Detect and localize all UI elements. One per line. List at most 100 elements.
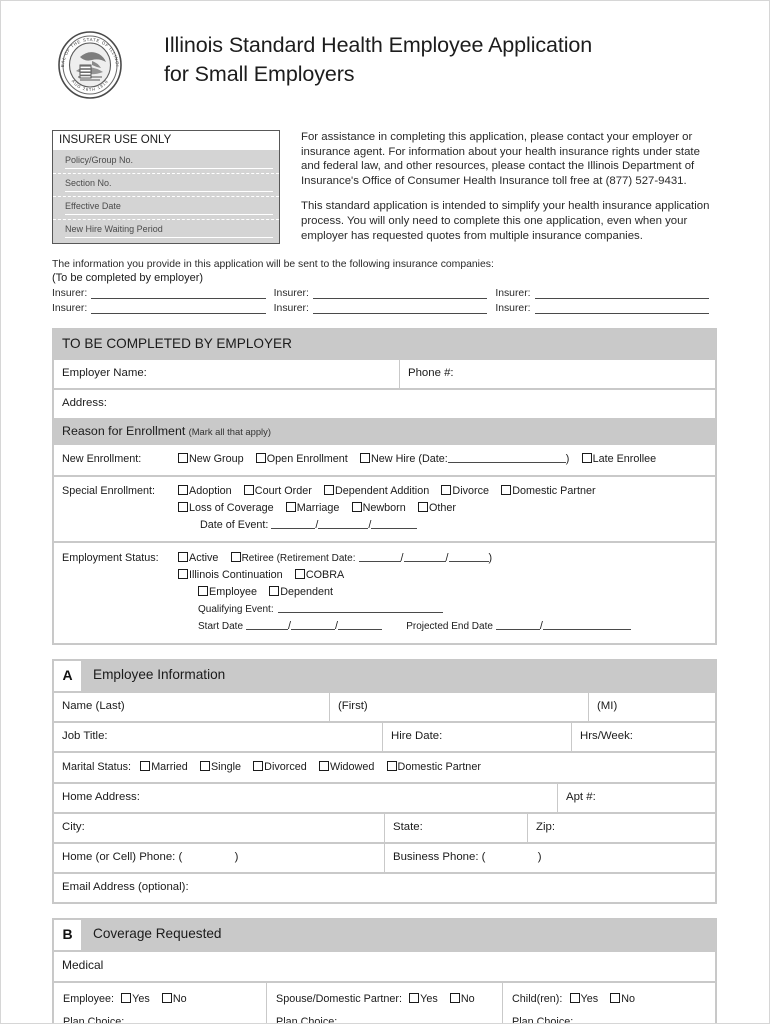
checkbox-open-enrollment[interactable]: Open Enrollment xyxy=(255,451,348,467)
checkbox-icon[interactable] xyxy=(243,485,254,495)
retirement-month-rule[interactable] xyxy=(358,551,401,562)
end-day-rule[interactable] xyxy=(542,619,587,630)
checkbox-loss-of-coverage[interactable]: Loss of Coverage xyxy=(178,500,274,516)
checkbox-adoption[interactable]: Adoption xyxy=(178,483,232,499)
home-phone-field[interactable]: Home (or Cell) Phone: ( ) xyxy=(54,844,384,872)
checkbox-icon[interactable] xyxy=(351,502,362,512)
checkbox-icon[interactable] xyxy=(161,993,172,1003)
checkbox-divorce[interactable]: Divorce xyxy=(441,483,489,499)
end-month-rule[interactable] xyxy=(495,619,540,630)
checkbox-icon[interactable] xyxy=(359,453,370,463)
checkbox-icon[interactable] xyxy=(178,485,188,495)
employer-phone-field[interactable]: Phone #: xyxy=(400,360,715,388)
checkbox-icon[interactable] xyxy=(318,761,329,771)
children-plan-choice-field[interactable]: Plan Choice: xyxy=(512,1013,706,1023)
checkbox-icon[interactable] xyxy=(178,502,188,512)
checkbox-icon[interactable] xyxy=(610,993,621,1003)
checkbox-icon[interactable] xyxy=(501,485,512,495)
checkbox-single[interactable]: Single xyxy=(199,759,241,775)
checkbox-late-enrollee[interactable]: Late Enrollee xyxy=(581,451,656,467)
checkbox-icon[interactable] xyxy=(253,761,264,771)
employee-first-name-field[interactable]: (First) xyxy=(330,693,588,721)
checkbox-icon[interactable] xyxy=(178,569,188,579)
checkbox-newborn[interactable]: Newborn xyxy=(351,500,406,516)
checkbox-icon[interactable] xyxy=(198,586,208,596)
checkbox-spouse-coverage-yes[interactable]: Yes xyxy=(409,991,438,1007)
date-day-rule[interactable] xyxy=(318,518,369,529)
checkbox-icon[interactable] xyxy=(441,485,452,495)
checkbox-divorced[interactable]: Divorced xyxy=(253,759,307,775)
checkbox-widowed[interactable]: Widowed xyxy=(318,759,374,775)
start-month-rule[interactable] xyxy=(246,619,289,630)
insurer-entry-1[interactable]: Insurer: xyxy=(52,287,274,299)
checkbox-icon[interactable] xyxy=(323,485,334,495)
qualifying-event-rule[interactable] xyxy=(277,602,443,613)
checkbox-children-coverage-no[interactable]: No xyxy=(610,991,635,1007)
checkbox-icon[interactable] xyxy=(230,552,241,562)
new-hire-date-rule[interactable] xyxy=(447,452,566,463)
insurer-input-rule[interactable] xyxy=(312,287,488,299)
employer-name-field[interactable]: Employer Name: xyxy=(54,360,399,388)
checkbox-retiree[interactable]: Retiree (Retirement Date: / /) xyxy=(230,550,492,567)
checkbox-icon[interactable] xyxy=(386,761,397,771)
checkbox-icon[interactable] xyxy=(417,502,428,512)
checkbox-other[interactable]: Other xyxy=(417,500,456,516)
checkbox-marital-domestic-partner[interactable]: Domestic Partner xyxy=(386,759,481,775)
home-address-field[interactable]: Home Address: xyxy=(54,784,557,812)
checkbox-icon[interactable] xyxy=(449,993,460,1003)
employee-last-name-field[interactable]: Name (Last) xyxy=(54,693,329,721)
hrs-week-field[interactable]: Hrs/Week: xyxy=(572,723,715,751)
apt-field[interactable]: Apt #: xyxy=(558,784,715,812)
end-year-rule[interactable] xyxy=(586,619,631,630)
employee-plan-choice-field[interactable]: Plan Choice: xyxy=(63,1013,257,1023)
checkbox-new-hire[interactable]: New Hire (Date:) xyxy=(359,451,569,467)
insurer-input-rule[interactable] xyxy=(91,302,266,314)
checkbox-cobra[interactable]: COBRA xyxy=(294,567,344,583)
checkbox-children-coverage-yes[interactable]: Yes xyxy=(569,991,598,1007)
checkbox-icon[interactable] xyxy=(269,586,280,596)
insurer-entry-4[interactable]: Insurer: xyxy=(52,302,274,314)
insurer-input-rule[interactable] xyxy=(534,287,709,299)
checkbox-icon[interactable] xyxy=(140,761,151,771)
checkbox-icon[interactable] xyxy=(178,453,188,463)
employee-mi-field[interactable]: (MI) xyxy=(589,693,715,721)
date-month-rule[interactable] xyxy=(271,518,316,529)
job-title-field[interactable]: Job Title: xyxy=(54,723,382,751)
email-field[interactable]: Email Address (optional): xyxy=(54,874,715,902)
checkbox-married[interactable]: Married xyxy=(140,759,188,775)
insurer-input-rule[interactable] xyxy=(534,302,709,314)
checkbox-icon[interactable] xyxy=(569,993,580,1003)
employer-address-field[interactable]: Address: xyxy=(54,390,715,418)
checkbox-active[interactable]: Active xyxy=(178,550,218,566)
city-field[interactable]: City: xyxy=(54,814,384,842)
spouse-plan-choice-field[interactable]: Plan Choice: xyxy=(276,1013,493,1023)
insurer-entry-2[interactable]: Insurer: xyxy=(274,287,496,299)
zip-field[interactable]: Zip: xyxy=(528,814,715,842)
checkbox-employee[interactable]: Employee xyxy=(198,584,257,600)
checkbox-icon[interactable] xyxy=(121,993,132,1003)
business-phone-field[interactable]: Business Phone: ( ) xyxy=(385,844,715,872)
checkbox-icon[interactable] xyxy=(199,761,210,771)
checkbox-dependent[interactable]: Dependent xyxy=(269,584,333,600)
checkbox-illinois-continuation[interactable]: Illinois Continuation xyxy=(178,567,283,583)
retirement-day-rule[interactable] xyxy=(403,551,446,562)
retirement-year-rule[interactable] xyxy=(448,551,489,562)
checkbox-domestic-partner[interactable]: Domestic Partner xyxy=(501,483,596,499)
insurer-entry-3[interactable]: Insurer: xyxy=(495,287,717,299)
checkbox-icon[interactable] xyxy=(409,993,420,1003)
checkbox-icon[interactable] xyxy=(178,552,188,562)
qualifying-event-field[interactable]: Qualifying Event: xyxy=(198,601,443,618)
checkbox-icon[interactable] xyxy=(255,453,266,463)
start-day-rule[interactable] xyxy=(291,619,336,630)
insurer-entry-5[interactable]: Insurer: xyxy=(274,302,496,314)
start-date-field[interactable]: Start Date / / xyxy=(198,618,383,635)
checkbox-marriage[interactable]: Marriage xyxy=(285,500,339,516)
checkbox-icon[interactable] xyxy=(294,569,305,579)
checkbox-new-group[interactable]: New Group xyxy=(178,451,244,467)
date-of-event-field[interactable]: Date of Event: / / xyxy=(200,517,418,533)
insurer-input-rule[interactable] xyxy=(312,302,488,314)
insurer-input-rule[interactable] xyxy=(91,287,266,299)
checkbox-icon[interactable] xyxy=(285,502,296,512)
date-year-rule[interactable] xyxy=(371,518,418,529)
checkbox-spouse-coverage-no[interactable]: No xyxy=(449,991,475,1007)
